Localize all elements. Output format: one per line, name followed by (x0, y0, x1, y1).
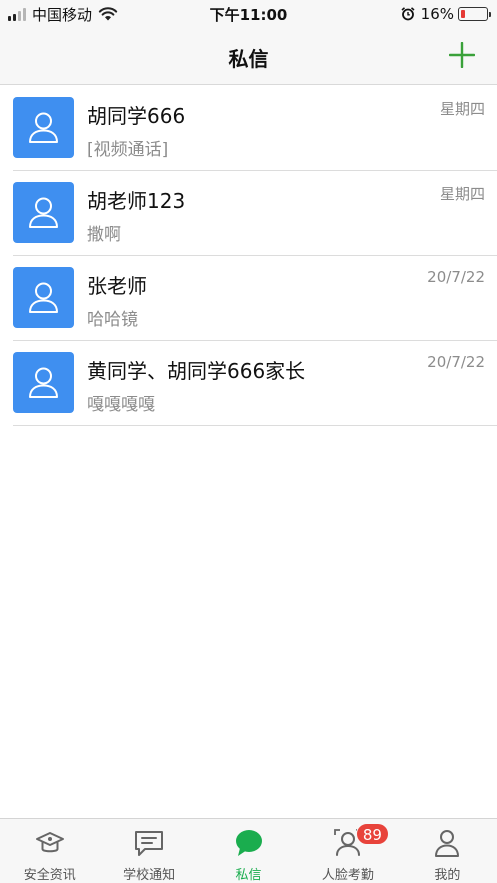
conversation-preview: 嘎嘎嘎嘎 (87, 395, 155, 415)
conversation-preview: 哈哈镜 (87, 310, 138, 330)
conversation-time: 20/7/22 (427, 268, 485, 286)
conversation-item[interactable]: 胡老师123 撒啊 星期四 (0, 171, 497, 256)
tab-label: 人脸考勤 (321, 868, 374, 883)
person-icon (29, 367, 58, 398)
conversation-item[interactable]: 张老师 哈哈镜 20/7/22 (0, 256, 497, 341)
avatar (13, 267, 74, 328)
avatar (13, 182, 74, 243)
tab-school-notice[interactable]: 学校通知 (99, 819, 198, 883)
status-bar-right: 16% (401, 5, 491, 23)
tab-safety-news[interactable]: 安全资讯 (0, 819, 99, 883)
divider (13, 425, 497, 426)
conversation-name: 胡同学666 (87, 104, 186, 128)
conversation-time: 星期四 (439, 100, 485, 118)
avatar (13, 97, 74, 158)
add-conversation-button[interactable] (448, 41, 476, 69)
battery-icon (458, 7, 491, 21)
conversation-time: 20/7/22 (427, 353, 485, 371)
profile-icon (432, 828, 462, 858)
tab-private-message[interactable]: 私信 (199, 819, 298, 883)
tab-label: 学校通知 (123, 868, 176, 883)
message-board-icon (134, 828, 164, 858)
person-icon (29, 112, 58, 143)
alarm-clock-icon (401, 7, 415, 21)
battery-percent: 16% (420, 5, 454, 23)
navigation-bar: 私信 (0, 28, 497, 85)
battery-level-fill (461, 10, 465, 18)
avatar (13, 352, 74, 413)
tab-face-attendance[interactable]: 89 人脸考勤 (298, 819, 397, 883)
tab-bar: 安全资讯 学校通知 私信 89 人脸考勤 我的 (0, 818, 497, 883)
conversation-item[interactable]: 胡同学666 [视频通话] 星期四 (0, 86, 497, 171)
person-icon (29, 282, 58, 313)
plus-icon (448, 41, 476, 69)
conversation-preview: [视频通话] (87, 140, 169, 160)
graduation-cap-icon (35, 828, 65, 858)
tab-label: 安全资讯 (23, 868, 76, 883)
conversation-time: 星期四 (439, 185, 485, 203)
conversation-item[interactable]: 黄同学、胡同学666家长 嘎嘎嘎嘎 20/7/22 (0, 341, 497, 426)
conversation-name: 张老师 (87, 274, 147, 298)
tab-label: 私信 (235, 868, 262, 883)
conversation-name: 胡老师123 (87, 189, 186, 213)
status-bar: 中国移动 下午11:00 16% (0, 0, 497, 28)
notification-badge: 89 (355, 823, 389, 845)
conversation-name: 黄同学、胡同学666家长 (87, 359, 306, 383)
conversation-preview: 撒啊 (87, 225, 121, 245)
page-title: 私信 (228, 47, 269, 71)
chat-bubble-icon (234, 828, 264, 858)
tab-mine[interactable]: 我的 (398, 819, 497, 883)
person-icon (29, 197, 58, 228)
tab-label: 我的 (434, 868, 461, 883)
conversation-list: 胡同学666 [视频通话] 星期四 胡老师123 撒啊 星期四 张老师 哈哈镜 … (0, 86, 497, 426)
